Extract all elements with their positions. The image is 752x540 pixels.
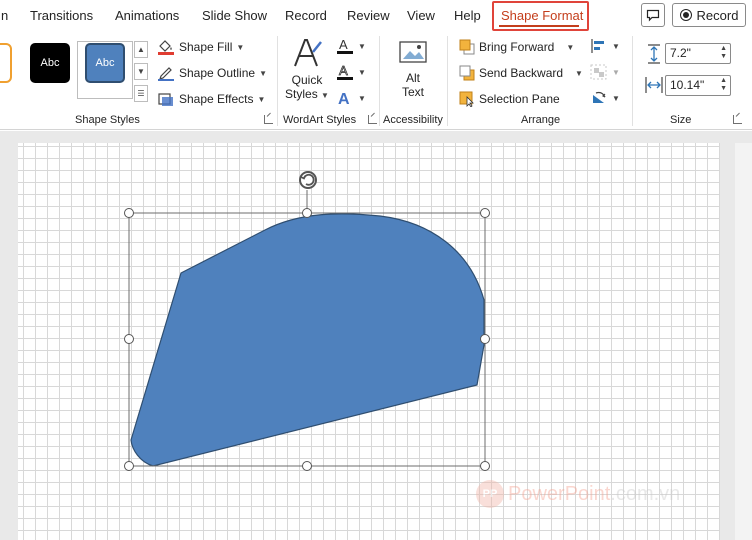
resize-handle-bottom-left[interactable]: [124, 461, 134, 471]
resize-handle-top-right[interactable]: [480, 208, 490, 218]
resize-handle-bottom[interactable]: [302, 461, 312, 471]
resize-handle-right[interactable]: [480, 334, 490, 344]
watermark-suffix: .com.vn: [610, 482, 681, 505]
watermark-text: PowerPoint.com.vn: [508, 483, 680, 506]
shape-layer: [128, 190, 486, 467]
resize-handle-bottom-right[interactable]: [480, 461, 490, 471]
resize-handle-left[interactable]: [124, 334, 134, 344]
watermark-logo: PP: [476, 480, 504, 508]
resize-handle-top-left[interactable]: [124, 208, 134, 218]
resize-handle-top[interactable]: [302, 208, 312, 218]
watermark-brand: PowerPoint: [508, 482, 611, 505]
rotation-handle[interactable]: [297, 169, 319, 191]
rotate-arrow-icon: [299, 171, 317, 189]
freeform-shape[interactable]: [130, 213, 485, 467]
watermark: PP PowerPoint.com.vn: [476, 480, 680, 508]
